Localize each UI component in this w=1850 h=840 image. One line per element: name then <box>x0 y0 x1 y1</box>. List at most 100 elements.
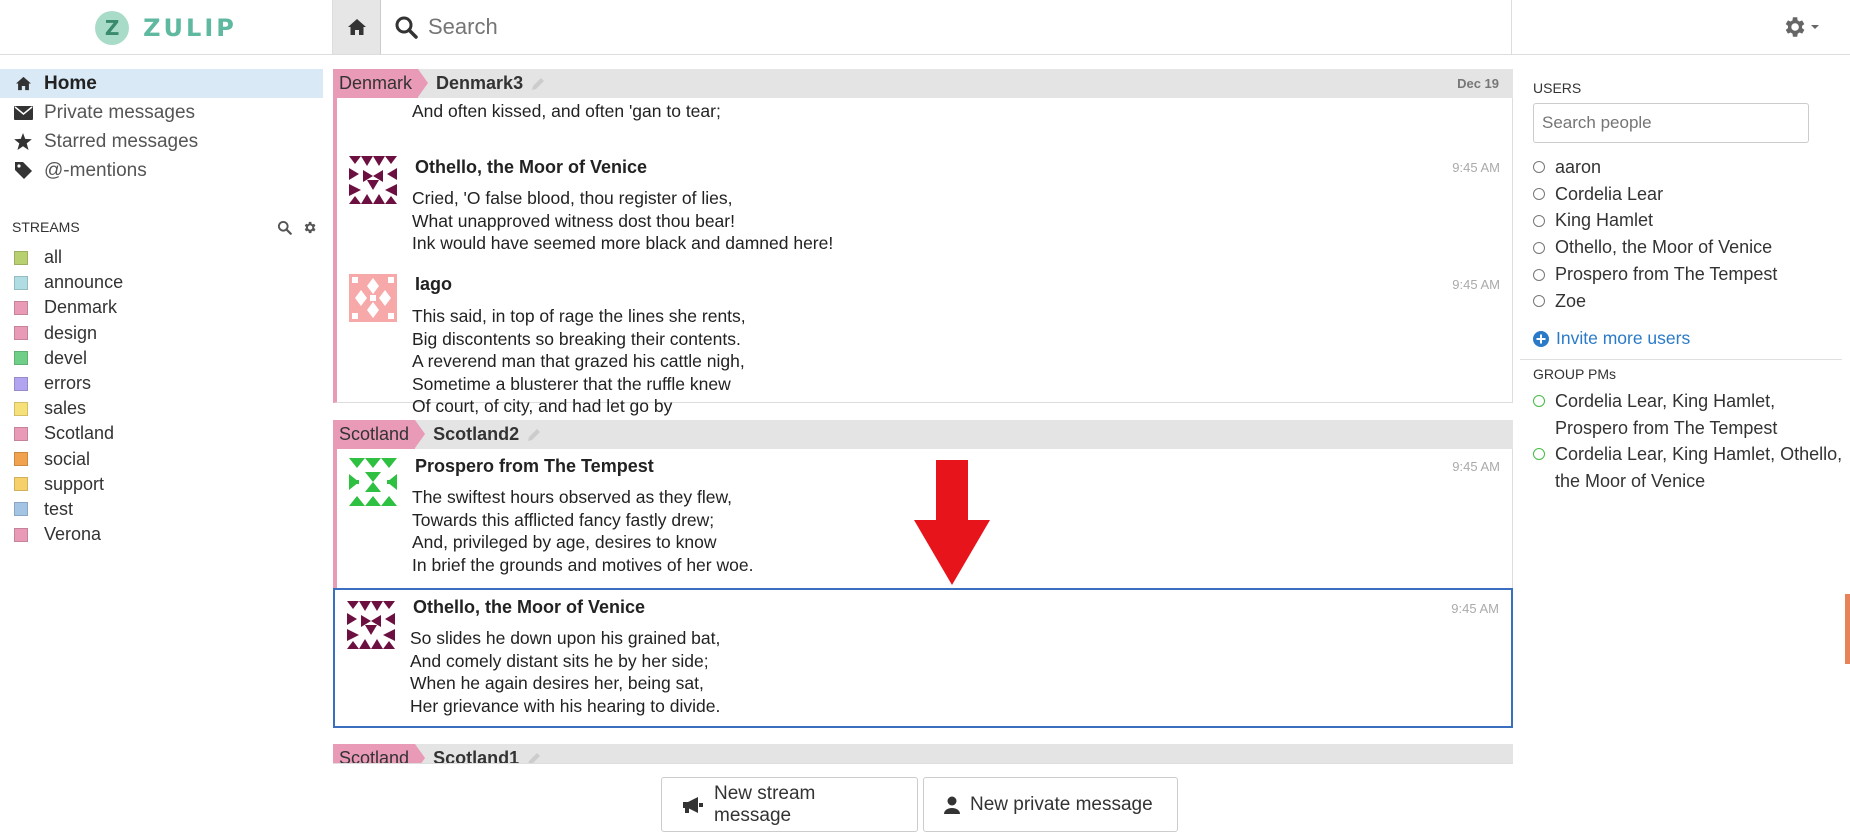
stream-color-swatch <box>14 426 28 441</box>
group-pm-label: Cordelia Lear, King Hamlet, Othello, the… <box>1555 444 1843 491</box>
home-icon <box>347 19 366 35</box>
message-line: The swiftest hours observed as they flew… <box>412 487 733 507</box>
user-list-item[interactable]: Cordelia Lear <box>1533 181 1777 208</box>
stream-color-swatch <box>14 401 28 416</box>
message-row[interactable]: And often kissed, and often 'gan to tear… <box>337 98 1512 128</box>
stream-item[interactable]: announce <box>0 270 325 295</box>
message-line: Cried, 'O false blood, thou register of … <box>412 188 733 208</box>
gear-icon <box>1785 17 1805 37</box>
gear-icon[interactable] <box>302 220 317 235</box>
stream-item[interactable]: Denmark <box>0 295 325 320</box>
user-list-item[interactable]: Othello, the Moor of Venice <box>1533 234 1777 261</box>
nav-private-messages-label: Private messages <box>44 101 196 123</box>
message-line: Towards this afflicted fancy fastly drew… <box>412 509 715 530</box>
stream-item[interactable]: errors <box>0 371 325 396</box>
message-time[interactable]: 9:45 AM <box>1451 601 1499 616</box>
message-sender[interactable]: Prospero from The Tempest <box>415 456 654 477</box>
avatar[interactable] <box>349 274 397 322</box>
nav-starred-messages[interactable]: Starred messages <box>0 127 325 156</box>
topic-name: Scotland2 <box>433 424 520 444</box>
avatar[interactable] <box>349 156 397 204</box>
message-line: This said, in top of rage the lines she … <box>412 306 746 326</box>
new-stream-message-button[interactable]: New stream message <box>661 777 918 832</box>
message-time[interactable]: 9:45 AM <box>1452 459 1500 474</box>
search-icon[interactable] <box>394 15 418 39</box>
stream-color-swatch <box>14 326 28 341</box>
topic-label[interactable]: Scotland2 <box>433 424 541 445</box>
home-button[interactable] <box>333 0 381 54</box>
recipient-date: Dec 19 <box>1457 76 1499 91</box>
message-feed: Denmark Denmark3 Dec 19 And often kissed… <box>333 56 1513 840</box>
stream-name-label[interactable]: Scotland <box>333 744 426 764</box>
message-sender[interactable]: Iago <box>415 274 452 295</box>
compose-area: New stream message New private message <box>333 763 1513 840</box>
topic-label[interactable]: Denmark3 <box>436 73 545 94</box>
search-input[interactable] <box>428 14 1328 40</box>
user-name: aaron <box>1555 156 1602 177</box>
user-name: Cordelia Lear <box>1555 183 1664 204</box>
nav-mentions-label: @-mentions <box>44 159 147 181</box>
message-row[interactable]: Iago 9:45 AM This said, in top of rage t… <box>337 246 1512 416</box>
message-sender[interactable]: Othello, the Moor of Venice <box>413 597 645 618</box>
selected-message-row[interactable]: Othello, the Moor of Venice 9:45 AM So s… <box>333 588 1513 728</box>
pencil-icon[interactable] <box>527 428 541 442</box>
recipient-bar: Scotland Scotland2 <box>333 420 1513 449</box>
stream-item-label: support <box>44 473 105 494</box>
stream-item[interactable]: design <box>0 321 325 346</box>
avatar[interactable] <box>347 601 395 649</box>
nav-mentions[interactable]: @-mentions <box>0 156 325 185</box>
message-line: Of court, of city, and had let go by <box>412 396 673 416</box>
group-pm-label: Cordelia Lear, King Hamlet, Prospero fro… <box>1555 391 1778 438</box>
user-list-item[interactable]: King Hamlet <box>1533 208 1777 235</box>
stream-item[interactable]: Verona <box>0 522 325 547</box>
nav-home[interactable]: Home <box>0 69 323 98</box>
topic-label[interactable]: Scotland1 <box>433 744 541 764</box>
zulip-logo-icon: Z <box>95 10 130 45</box>
presence-dot <box>1533 161 1545 174</box>
stream-item[interactable]: support <box>0 472 325 497</box>
topic-name: Denmark3 <box>436 73 524 93</box>
group-pm-item[interactable]: Cordelia Lear, King Hamlet, Prospero fro… <box>1533 388 1843 441</box>
avatar[interactable] <box>349 458 397 506</box>
envelope-icon <box>13 105 33 120</box>
new-private-message-button[interactable]: New private message <box>923 777 1178 832</box>
invite-more-users-link[interactable]: Invite more users <box>1533 328 1690 349</box>
message-time[interactable]: 9:45 AM <box>1452 277 1500 292</box>
nav-private-messages[interactable]: Private messages <box>0 98 325 127</box>
message-sender[interactable]: Othello, the Moor of Venice <box>415 157 647 178</box>
stream-item-label: all <box>44 247 63 268</box>
stream-item[interactable]: social <box>0 447 325 472</box>
stream-name-label[interactable]: Denmark <box>333 69 429 98</box>
brand-logo[interactable]: Z ZULIP <box>0 0 333 55</box>
search-icon[interactable] <box>277 220 292 235</box>
user-icon <box>944 796 960 814</box>
message-content: And often kissed, and often 'gan to tear… <box>412 101 721 121</box>
pencil-icon[interactable] <box>531 77 545 91</box>
stream-item[interactable]: test <box>0 497 325 522</box>
tag-icon <box>14 162 32 179</box>
stream-color-swatch <box>14 300 28 315</box>
message-line: What unapproved witness dost thou bear! <box>412 210 735 231</box>
settings-menu-button[interactable] <box>1781 14 1820 40</box>
message-content: This said, in top of rage the lines she … <box>412 305 746 418</box>
group-pm-item[interactable]: Cordelia Lear, King Hamlet, Othello, the… <box>1533 441 1843 494</box>
presence-dot <box>1533 395 1545 407</box>
stream-item[interactable]: devel <box>0 346 325 371</box>
stream-item[interactable]: sales <box>0 396 325 421</box>
stream-item[interactable]: all <box>0 245 325 270</box>
message-line: In brief the grounds and motives of her … <box>412 554 754 575</box>
user-list-item[interactable]: aaron <box>1533 154 1777 181</box>
stream-color-swatch <box>14 275 28 290</box>
stream-item[interactable]: Scotland <box>0 421 325 446</box>
message-time[interactable]: 9:45 AM <box>1452 160 1500 175</box>
message-row[interactable]: Othello, the Moor of Venice 9:45 AM Crie… <box>337 128 1512 253</box>
user-list-item[interactable]: Prospero from The Tempest <box>1533 261 1777 288</box>
people-search-input[interactable] <box>1533 103 1809 143</box>
nav-home-label: Home <box>44 72 97 94</box>
stream-color-swatch <box>14 502 28 517</box>
user-list-item[interactable]: Zoe <box>1533 288 1777 315</box>
scrollbar-thumb[interactable] <box>1845 594 1850 664</box>
user-name: King Hamlet <box>1555 210 1654 231</box>
streams-list: all announce Denmark design devel errors sales… <box>0 245 325 547</box>
stream-name-label[interactable]: Scotland <box>333 420 426 449</box>
